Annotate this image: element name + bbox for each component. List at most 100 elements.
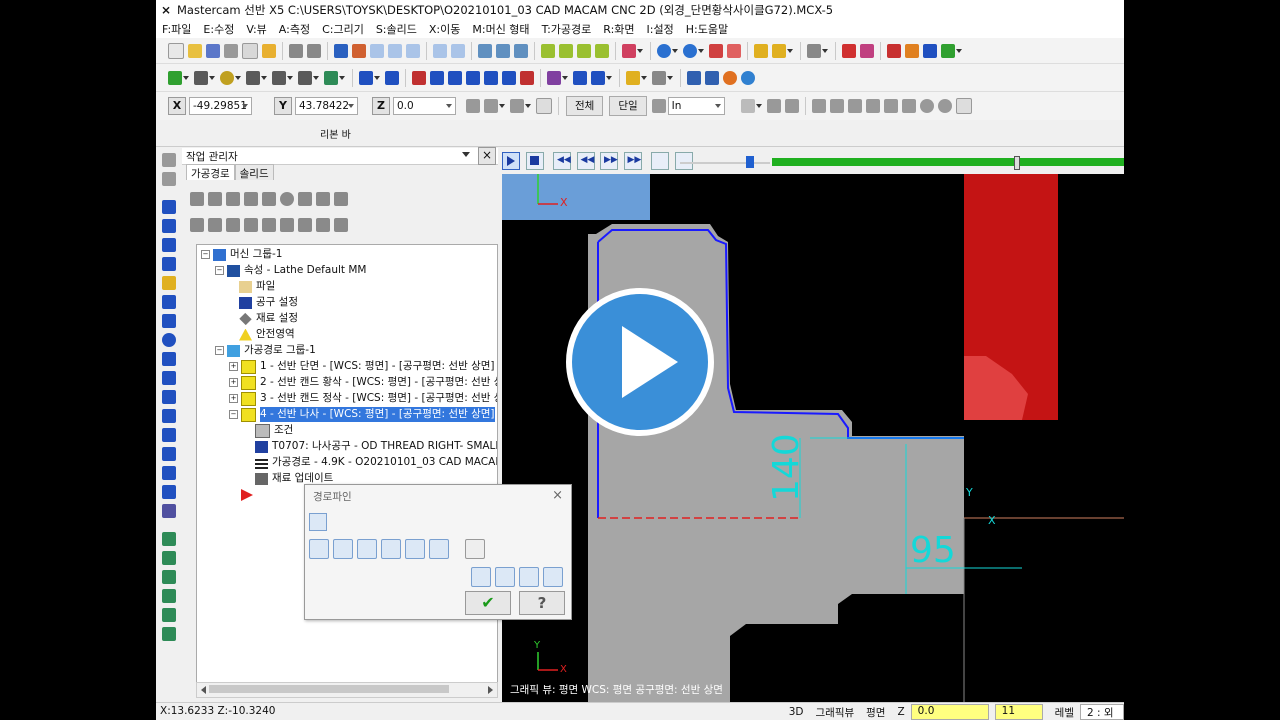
post-g1-icon[interactable]: [298, 192, 312, 206]
lathe-rough-tool-icon[interactable]: [162, 219, 176, 233]
video-play-overlay[interactable]: [566, 288, 714, 436]
menu-solids[interactable]: S:솔리드: [370, 21, 423, 37]
ops-close-button[interactable]: ×: [478, 147, 496, 165]
stretch-icon[interactable]: [520, 70, 534, 85]
select-mode-icon[interactable]: [651, 99, 666, 113]
single-display-icon[interactable]: [316, 218, 330, 232]
pointer-icon[interactable]: [807, 43, 821, 58]
status-graphic-view[interactable]: 그래픽뷰: [810, 705, 861, 720]
rectangle-icon[interactable]: [246, 70, 260, 85]
menu-settings[interactable]: I:설정: [641, 21, 680, 37]
offset-icon[interactable]: [502, 70, 516, 85]
translate-icon[interactable]: [484, 70, 498, 85]
tab-toolpaths[interactable]: 가공경로: [186, 164, 235, 180]
tree-toolpath[interactable]: 가공경로 - 4.9K - O20210101_03 CAD MACAM: [255, 455, 497, 470]
insert-arrow-icon[interactable]: [280, 218, 294, 232]
fit-icon[interactable]: [334, 43, 348, 58]
status-plane[interactable]: 평면: [860, 705, 891, 720]
all-button[interactable]: 전체: [566, 96, 604, 116]
zoom-in-icon[interactable]: [433, 43, 447, 58]
shaded-icon[interactable]: [577, 43, 591, 58]
select-dirty-ops-icon[interactable]: [208, 192, 222, 206]
body-select-icon[interactable]: [829, 99, 844, 113]
status-level-name[interactable]: 2 : 외: [1080, 704, 1124, 720]
scroll-thumb[interactable]: [209, 685, 449, 693]
unzoom-icon[interactable]: [406, 43, 420, 58]
units-select[interactable]: In: [667, 97, 725, 115]
lathe-finish-tool-icon[interactable]: [162, 238, 176, 252]
menu-view[interactable]: V:뷰: [240, 21, 272, 37]
menu-machine-type[interactable]: M:머신 형태: [466, 21, 535, 37]
lathe-pickoff-icon[interactable]: [162, 447, 176, 461]
redo-icon[interactable]: [307, 43, 321, 58]
solid-box-icon[interactable]: [162, 153, 176, 167]
tree-stock-setup[interactable]: 재료 설정: [239, 311, 298, 326]
graphics-viewport[interactable]: 140 95 X Y X Y X 그래픽 뷰: 평면 WCS: 평면 공구평면:…: [502, 174, 1124, 702]
play-button[interactable]: [502, 152, 520, 170]
view-iso-icon[interactable]: [541, 43, 555, 58]
progress-marker[interactable]: [1014, 156, 1020, 170]
sweep-icon[interactable]: [652, 70, 666, 85]
tree-safety-zone[interactable]: 안전영역: [239, 327, 295, 342]
rotate-icon[interactable]: [448, 70, 462, 85]
view-top-icon[interactable]: [478, 43, 492, 58]
lathe-finish-icon[interactable]: [573, 70, 587, 85]
lathe-thread-icon[interactable]: [162, 276, 176, 290]
vector-select-icon[interactable]: [883, 99, 898, 113]
solid-wire-icon[interactable]: [727, 43, 741, 58]
cycle-icon[interactable]: [309, 539, 329, 559]
speed-slider-thumb[interactable]: [746, 156, 754, 168]
view-side-icon[interactable]: [514, 43, 528, 58]
cancel-select-icon[interactable]: [919, 99, 934, 113]
tree-machine-group[interactable]: − 머신 그룹-1: [201, 247, 282, 262]
select-all-ops-icon[interactable]: [190, 192, 204, 206]
simulate-icon[interactable]: [723, 70, 737, 85]
menu-file[interactable]: F:파일: [156, 21, 197, 37]
crosshatch-icon[interactable]: [162, 532, 176, 546]
solid-shade-icon[interactable]: [709, 43, 723, 58]
lathe-c-axis-icon[interactable]: [162, 485, 176, 499]
filter-icon[interactable]: [901, 99, 916, 113]
print-preview-icon[interactable]: [242, 42, 258, 59]
snap-icon[interactable]: [510, 99, 524, 113]
status-level-input[interactable]: 11: [994, 704, 1043, 720]
stack-icon[interactable]: [162, 589, 176, 603]
tool-display-button[interactable]: [674, 152, 693, 170]
solid-cyl-icon[interactable]: [162, 172, 176, 186]
single-button[interactable]: 단일: [609, 96, 647, 116]
pin-dropdown-icon[interactable]: [462, 152, 470, 157]
lathe-groove-tool-icon[interactable]: [162, 295, 176, 309]
solid-select-icon[interactable]: [784, 99, 799, 113]
marker-icon[interactable]: [772, 43, 786, 58]
wireframe-icon[interactable]: [559, 43, 573, 58]
tree-op-2[interactable]: + 2 - 선반 캔드 황삭 - [WCS: 평면] - [공구평면: 선반 상…: [229, 375, 497, 390]
fast-point-icon[interactable]: [466, 99, 480, 113]
sphere-icon[interactable]: [683, 43, 697, 58]
high-feed-icon[interactable]: [316, 192, 330, 206]
lathe-face-icon[interactable]: [162, 200, 176, 214]
lathe-tailstock-icon[interactable]: [162, 390, 176, 404]
repaint-icon[interactable]: [352, 43, 366, 58]
lathe-bar-feed-icon[interactable]: [162, 428, 176, 442]
menu-help[interactable]: H:도움말: [680, 21, 734, 37]
menu-screen[interactable]: R:화면: [597, 21, 640, 37]
question-select-icon[interactable]: [842, 43, 856, 58]
x-coord-input[interactable]: -49.29851: [189, 97, 252, 115]
hidden-line-icon[interactable]: [595, 43, 609, 58]
lathe-cutoff-icon[interactable]: [162, 314, 176, 328]
backplot-ops-icon[interactable]: [262, 192, 276, 206]
cube-view-icon[interactable]: [622, 43, 636, 58]
menu-create[interactable]: C:그리기: [316, 21, 370, 37]
menu-analyze[interactable]: A:측정: [273, 21, 316, 37]
step-back-button[interactable]: ◀◀: [576, 152, 595, 170]
undo-icon[interactable]: [289, 43, 303, 58]
dialog-save-icon[interactable]: [543, 567, 563, 587]
insert-arrow[interactable]: [241, 487, 257, 502]
lathe-canned-icon[interactable]: [162, 333, 176, 347]
lathe-stock-flip-icon[interactable]: [162, 352, 176, 366]
progress-track[interactable]: [772, 156, 1124, 170]
tree-properties[interactable]: − 속성 - Lathe Default MM: [215, 263, 366, 278]
tree-params[interactable]: 조건: [255, 423, 293, 438]
edge-select-icon[interactable]: [847, 99, 862, 113]
sum-icon[interactable]: [923, 43, 937, 58]
